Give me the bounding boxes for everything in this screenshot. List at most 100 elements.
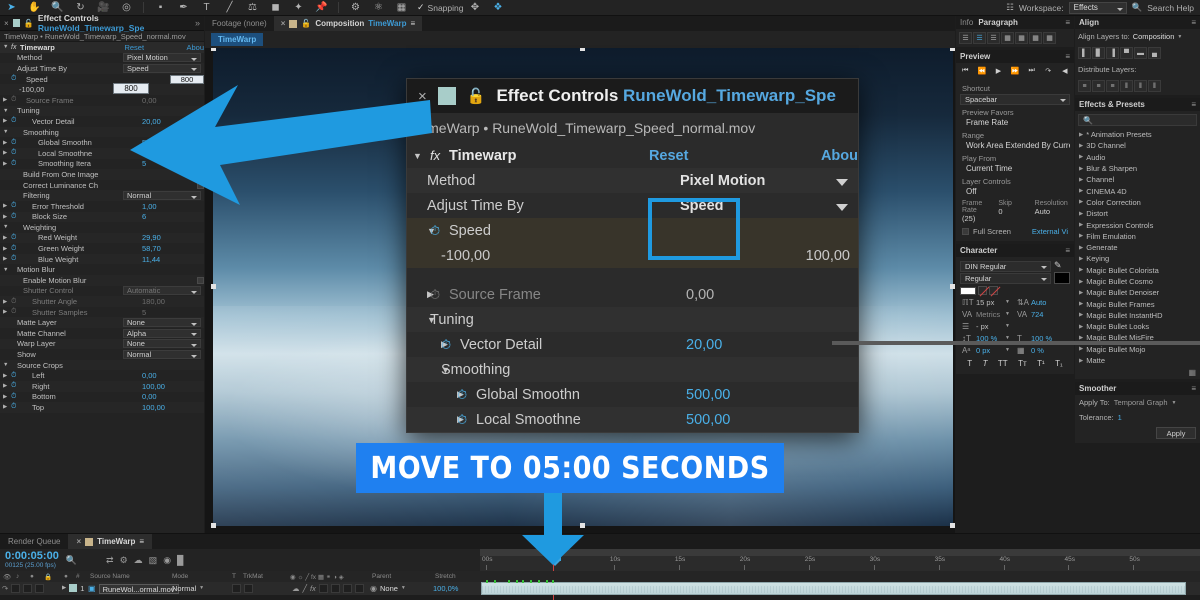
stopwatch-icon[interactable]: ⏱ (11, 213, 20, 221)
effect-row-value[interactable]: 0,00 (142, 96, 204, 105)
effect-row-value[interactable]: 500,00 (142, 149, 204, 158)
list-item[interactable]: ▶ CINEMA 4D (1075, 185, 1200, 196)
effect-row-smoothing-itera[interactable]: ▶ ⏱ Smoothing Itera 5 (0, 159, 204, 170)
list-item[interactable]: ▶ Channel (1075, 174, 1200, 185)
stopwatch-icon[interactable]: ⏱ (11, 160, 20, 168)
list-item[interactable]: ▶ Film Emulation (1075, 231, 1200, 242)
comp-chip[interactable]: TimeWarp (211, 33, 264, 46)
distribute-top-icon[interactable]: ≡ (1078, 80, 1091, 92)
tab-info[interactable]: Info (960, 18, 973, 27)
effect-row-select[interactable]: Speed (123, 63, 201, 73)
disclosure-triangle-icon[interactable]: ▶ (3, 214, 11, 220)
external-monitor-link[interactable]: External Vi (1032, 227, 1068, 236)
disclosure-triangle-icon[interactable]: ▶ (3, 246, 11, 252)
framerate-value[interactable]: (25) (962, 214, 995, 223)
effect-row-blue-weight[interactable]: ▶ ⏱ Blue Weight 11,44 (0, 253, 204, 265)
justify-all-icon[interactable]: ▦ (1043, 32, 1056, 44)
effect-row-select[interactable]: Normal (123, 350, 201, 360)
playfrom-value[interactable]: Current Time (960, 163, 1070, 175)
stopwatch-icon[interactable]: ⏱ (11, 149, 20, 157)
snapping-checkbox[interactable]: ✓ Snapping (417, 2, 463, 13)
chevron-right-icon[interactable]: ▶ (1079, 346, 1083, 352)
effect-row-matte-layer[interactable]: Matte Layer None (0, 317, 204, 329)
stroke-color-swatch[interactable] (960, 286, 976, 295)
overlay-row-adjust-time[interactable]: Adjust Time By Speed (407, 193, 858, 218)
next-frame-icon[interactable]: ⏩ (1008, 65, 1023, 77)
local-smoothing-value[interactable]: 500,00 (686, 412, 858, 428)
resolution-value[interactable]: Auto (1035, 207, 1068, 216)
overlay-row-tuning[interactable]: ▼ Tuning (407, 307, 858, 332)
small-caps-icon[interactable]: Tᴛ (1018, 359, 1027, 368)
graph-editor-icon[interactable]: ▧ (149, 555, 158, 566)
panel-menu-icon[interactable]: ≡ (1065, 52, 1070, 61)
search-help-label[interactable]: Search Help (1147, 3, 1194, 13)
chevron-right-icon[interactable]: ▶ (1079, 245, 1083, 251)
puppet-pin-icon[interactable]: 📌 (310, 0, 333, 16)
disclosure-triangle-icon[interactable]: ▶ (413, 389, 464, 400)
chevron-right-icon[interactable]: ▶ (1079, 267, 1083, 273)
chevron-right-icon[interactable]: ▶ (1079, 301, 1083, 307)
source-frame-value[interactable]: 0,00 (686, 287, 858, 303)
effect-row-filtering[interactable]: Filtering Normal (0, 190, 204, 201)
eraser-icon[interactable]: ◼ (264, 0, 287, 16)
skip-value[interactable]: 0 (998, 207, 1031, 216)
search-icon[interactable]: 🔍 (66, 555, 77, 566)
tolerance-value[interactable]: 1 (1118, 413, 1122, 422)
disclosure-triangle-icon[interactable]: ▶ (3, 235, 11, 241)
prev-frame-icon[interactable]: ⏪ (975, 65, 990, 77)
disclosure-triangle-icon[interactable]: ▶ (3, 150, 11, 156)
layer-controls-value[interactable]: Off (960, 186, 1070, 198)
distribute-right-icon[interactable]: ‖ (1148, 80, 1161, 92)
layer-parent-select[interactable]: ◉ None ▼ (370, 584, 406, 593)
effect-row-red-weight[interactable]: ▶ ⏱ Red Weight 29,90 (0, 232, 204, 244)
list-item[interactable]: ▶ 3D Channel (1075, 140, 1200, 151)
effect-row-100-00[interactable]: -100,00 (0, 84, 204, 95)
search-icon[interactable]: 🔍 (1132, 2, 1143, 13)
disclosure-triangle-icon[interactable]: ▶ (3, 373, 11, 379)
stopwatch-icon[interactable]: ⏱ (11, 234, 20, 242)
disclosure-triangle-icon[interactable]: ▼ (3, 267, 11, 273)
chevron-down-icon[interactable]: ▼ (1005, 323, 1010, 329)
tab-render-queue[interactable]: Render Queue (0, 534, 68, 549)
panel-menu-icon[interactable]: ≡ (1191, 100, 1196, 109)
distribute-horizontal-center-icon[interactable]: ‖ (1134, 80, 1147, 92)
stopwatch-icon[interactable]: ⏱ (11, 96, 20, 104)
chevron-right-icon[interactable]: ▶ (1079, 279, 1083, 285)
tsume-value[interactable]: 0 % (1031, 346, 1057, 355)
list-item[interactable]: ▶ Keying (1075, 253, 1200, 264)
chevron-right-icon[interactable]: ▶ (1079, 166, 1083, 172)
align-left-icon[interactable]: ☰ (959, 32, 972, 44)
chevron-down-icon[interactable]: ▼ (1005, 311, 1010, 317)
list-item[interactable]: ▶ Expression Controls (1075, 219, 1200, 230)
panel-menu-icon[interactable]: » (195, 18, 200, 28)
chevron-right-icon[interactable]: ▶ (1079, 154, 1083, 160)
no-fill-icon[interactable] (978, 286, 987, 295)
global-smoothing-value[interactable]: 500,00 (686, 387, 858, 403)
chevron-right-icon[interactable]: ▶ (1079, 222, 1083, 228)
reset-link[interactable]: Reset (124, 43, 186, 52)
type-icon[interactable]: T (195, 0, 218, 16)
disclosure-triangle-icon[interactable]: ▼ (413, 365, 450, 375)
distribute-bottom-icon[interactable]: ≡ (1106, 80, 1119, 92)
row-expand[interactable]: ▶ 1 (62, 584, 84, 593)
speed-slider-track[interactable] (832, 341, 1200, 345)
panel-menu-icon[interactable]: ≡ (1065, 246, 1070, 255)
list-item[interactable]: ▶ Magic Bullet Cosmo (1075, 276, 1200, 287)
effect-row-shutter-control[interactable]: Shutter Control Automatic (0, 286, 204, 297)
effect-row-bottom[interactable]: ▶ ⏱ Bottom 0,00 (0, 392, 204, 403)
effect-row-build-from-one-image[interactable]: Build From One Image (0, 169, 204, 180)
effect-row-enable-motion-blur[interactable]: Enable Motion Blur (0, 275, 204, 286)
align-local-axis-icon[interactable]: ⚙ (344, 0, 367, 16)
layer-track-bar[interactable] (481, 580, 1186, 595)
overlay-row-local-smoothing[interactable]: ▶ ⏱ Local Smoothne 500,00 (407, 407, 858, 432)
panel-menu-icon[interactable]: ≡ (1191, 384, 1196, 393)
close-icon[interactable]: × (4, 19, 9, 28)
effect-row-speed[interactable]: ⏱ Speed 800 (0, 74, 204, 85)
disclosure-triangle-icon[interactable]: ▶ (413, 339, 448, 350)
justify-last-right-icon[interactable]: ▦ (1029, 32, 1042, 44)
layer-mode-select[interactable]: Normal ▼ (172, 584, 204, 593)
disclosure-triangle-icon[interactable]: ▼ (413, 226, 436, 236)
time-ruler[interactable]: 00s 10s 15s 20s 25s 30s 35s 40s 45s 50s (480, 549, 1200, 571)
brush-icon[interactable]: ╱ (218, 0, 241, 16)
apply-button[interactable]: Apply (1156, 427, 1196, 440)
